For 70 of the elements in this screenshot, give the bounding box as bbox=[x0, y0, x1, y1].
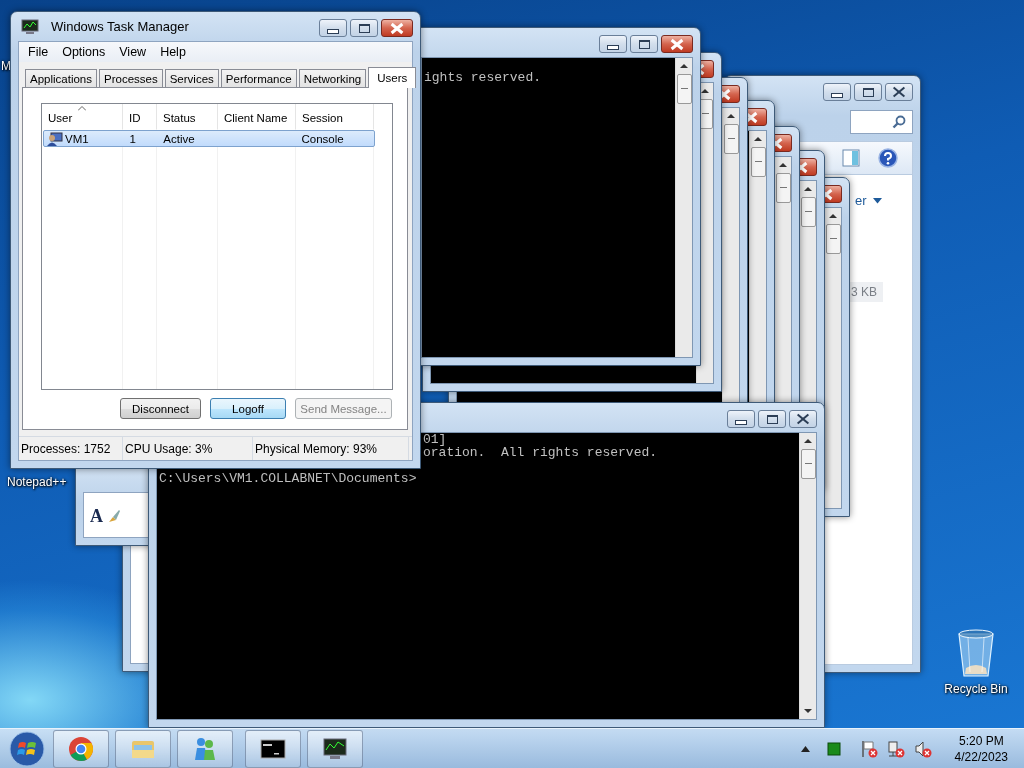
taskbar-button[interactable] bbox=[245, 729, 301, 768]
menu-item[interactable]: File bbox=[21, 45, 56, 59]
tab[interactable]: Performance bbox=[220, 69, 297, 87]
status-text: CPU Usage: 3% bbox=[125, 441, 213, 456]
tab[interactable]: Services bbox=[164, 69, 219, 87]
maximize-button[interactable] bbox=[758, 410, 786, 428]
close-button[interactable] bbox=[789, 410, 817, 428]
speaker-icon[interactable] bbox=[913, 739, 932, 758]
console-text: 01] bbox=[423, 433, 447, 446]
maximize-button[interactable] bbox=[350, 19, 378, 37]
action-button[interactable]: Logoff bbox=[210, 398, 286, 419]
minimize-button[interactable] bbox=[599, 35, 627, 53]
search-icon[interactable] bbox=[892, 115, 906, 129]
console-text: ights reserved. bbox=[424, 71, 542, 84]
close-button[interactable] bbox=[661, 35, 693, 53]
flag-icon[interactable] bbox=[859, 739, 878, 758]
people-icon bbox=[192, 735, 218, 762]
column-header[interactable]: User bbox=[42, 104, 123, 129]
scrollbar[interactable] bbox=[799, 433, 816, 719]
column-header[interactable]: Client Name bbox=[218, 104, 296, 129]
tab[interactable]: Users bbox=[368, 67, 417, 88]
monitor-icon bbox=[21, 18, 39, 35]
action-button[interactable]: Disconnect bbox=[120, 398, 201, 419]
maximize-button[interactable] bbox=[854, 83, 882, 101]
tab[interactable]: Applications bbox=[25, 69, 97, 87]
maximize-button[interactable] bbox=[630, 35, 658, 53]
table-cell-text: Active bbox=[162, 132, 196, 145]
chrome-icon bbox=[68, 735, 94, 762]
tray-app-icon[interactable] bbox=[826, 741, 841, 756]
tab[interactable]: Processes bbox=[99, 69, 163, 87]
clock-time[interactable]: 5:20 PM bbox=[958, 732, 1004, 749]
status-text: Physical Memory: 93% bbox=[255, 441, 378, 456]
caret-icon[interactable] bbox=[872, 197, 882, 204]
user-computer-icon bbox=[47, 131, 63, 146]
table-cell: VM1 bbox=[65, 132, 89, 145]
column-header[interactable]: Status bbox=[157, 104, 218, 129]
tab[interactable]: Networking bbox=[298, 69, 367, 87]
taskbar-button[interactable] bbox=[307, 729, 363, 768]
console-text: C:\Users\VM1.COLLABNET\Documents> bbox=[159, 472, 417, 485]
close-button[interactable] bbox=[885, 83, 913, 101]
clock-date[interactable]: 4/22/2023 bbox=[954, 748, 1008, 765]
table-row[interactable]: VM1 1 Active Console bbox=[43, 130, 375, 147]
recycle-bin-icon[interactable] bbox=[956, 628, 996, 678]
window-title: Windows Task Manager bbox=[51, 19, 189, 34]
menu-item[interactable]: Options bbox=[55, 45, 113, 59]
table-cell-text: 1 bbox=[128, 132, 137, 145]
minimize-button[interactable] bbox=[319, 19, 347, 37]
font-icon: A bbox=[90, 507, 103, 525]
toolbar-label[interactable]: er bbox=[855, 193, 867, 208]
desktop-icon-label[interactable]: Notepad++ bbox=[7, 475, 67, 489]
minimize-button[interactable] bbox=[727, 410, 755, 428]
search-field[interactable] bbox=[850, 110, 913, 134]
column-header[interactable]: ID bbox=[123, 104, 157, 129]
column-header[interactable]: Session bbox=[296, 104, 374, 129]
status-text: Processes: 1752 bbox=[21, 441, 111, 456]
scrollbar[interactable] bbox=[675, 58, 692, 357]
menu-item[interactable]: View bbox=[112, 45, 154, 59]
monitor-icon bbox=[322, 735, 348, 762]
minimize-button[interactable] bbox=[823, 83, 851, 101]
menu-item[interactable]: Help bbox=[153, 45, 193, 59]
table-cell-text: Console bbox=[300, 132, 345, 145]
close-button[interactable] bbox=[381, 19, 413, 37]
network-icon[interactable] bbox=[886, 739, 905, 758]
desktop-icon-label[interactable]: Recycle Bin bbox=[944, 682, 1008, 696]
start-button[interactable] bbox=[7, 728, 47, 768]
show-hidden-icons-button[interactable] bbox=[800, 745, 810, 752]
help-icon[interactable] bbox=[878, 148, 898, 168]
file-size-text: 3 KB bbox=[849, 282, 883, 302]
desktop-icon-label[interactable]: M bbox=[1, 59, 11, 73]
console-text: oration. All rights reserved. bbox=[423, 446, 658, 459]
